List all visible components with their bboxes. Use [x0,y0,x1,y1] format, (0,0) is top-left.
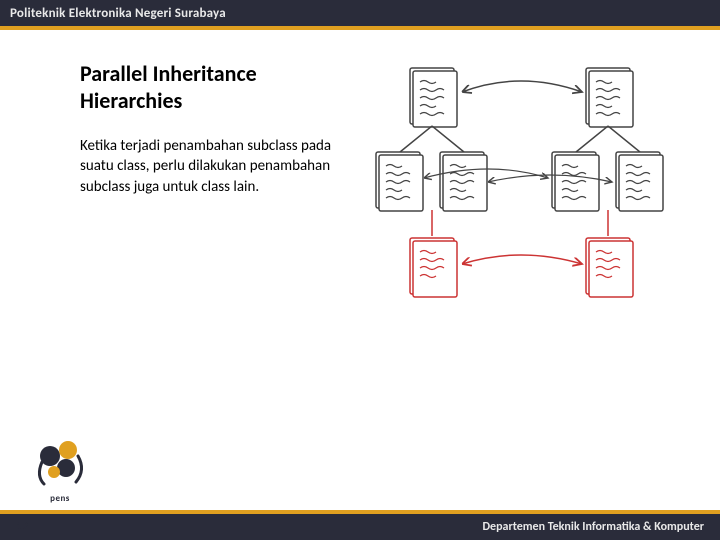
institution-logo: pens [30,434,90,504]
footer-bar: Departemen Teknik Informatika & Komputer [0,514,720,540]
footer-accent-line [0,510,720,514]
institution-name: Politeknik Elektronika Negeri Surabaya [10,6,226,21]
slide-content: Parallel Inheritance Hierarchies Ketika … [0,30,720,300]
department-name: Departemen Teknik Informatika & Komputer [482,520,704,534]
inheritance-diagram [370,60,670,300]
slide-title: Parallel Inheritance Hierarchies [80,60,346,114]
header-bar: Politeknik Elektronika Negeri Surabaya [0,0,720,26]
slide-body: Ketika terjadi penambahan subclass pada … [80,136,340,197]
page-number: 12 [16,520,28,534]
logo-text: pens [30,493,90,504]
text-column: Parallel Inheritance Hierarchies Ketika … [80,60,346,300]
